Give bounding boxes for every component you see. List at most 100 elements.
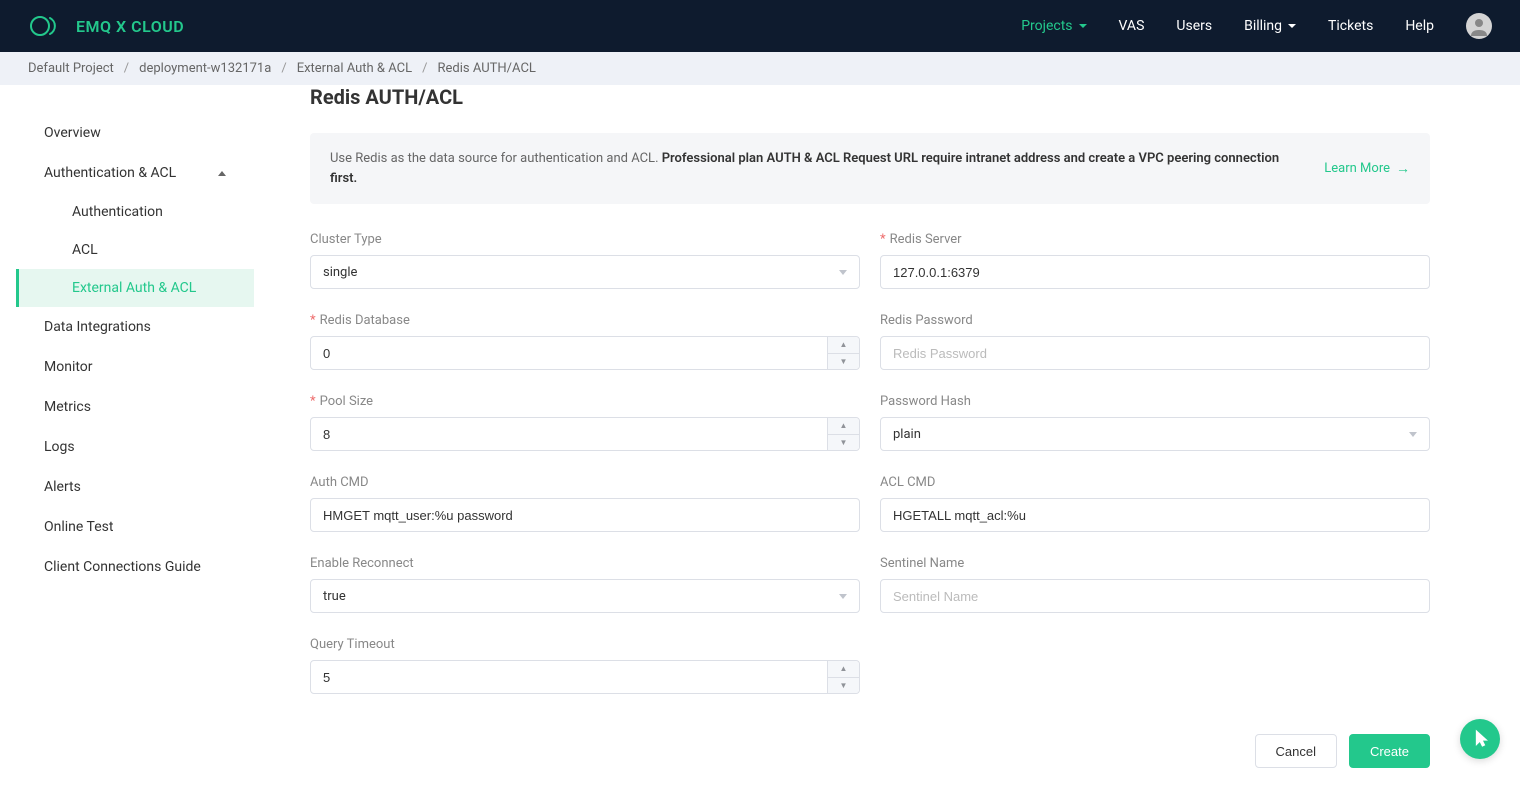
input-redis-server[interactable] xyxy=(880,255,1430,289)
pointer-icon xyxy=(1470,729,1490,749)
select-cluster-type-value: single xyxy=(323,265,357,280)
field-password-hash: Password Hash plain xyxy=(880,394,1430,451)
sidebar: Overview Authentication & ACL Authentica… xyxy=(0,85,270,788)
label-sentinel-name: Sentinel Name xyxy=(880,556,1430,571)
spinner-pool-size: ▲ ▼ xyxy=(827,418,859,450)
page-title: Redis AUTH/ACL xyxy=(310,85,1430,109)
field-redis-password: Redis Password xyxy=(880,313,1430,370)
field-pool-size: *Pool Size ▲ ▼ xyxy=(310,394,860,451)
sidebar-item-client-conn-guide[interactable]: Client Connections Guide xyxy=(16,547,254,587)
field-cluster-type: Cluster Type single xyxy=(310,232,860,289)
sidebar-item-logs[interactable]: Logs xyxy=(16,427,254,467)
sidebar-item-overview[interactable]: Overview xyxy=(16,113,254,153)
sidebar-item-monitor[interactable]: Monitor xyxy=(16,347,254,387)
label-redis-password: Redis Password xyxy=(880,313,1430,328)
nav-tickets[interactable]: Tickets xyxy=(1328,18,1373,34)
caret-down-icon xyxy=(1079,24,1087,28)
nav-users[interactable]: Users xyxy=(1176,18,1212,34)
breadcrumb-page[interactable]: Redis AUTH/ACL xyxy=(438,61,536,76)
sidebar-item-auth-acl[interactable]: Authentication & ACL xyxy=(16,153,254,193)
label-cluster-type: Cluster Type xyxy=(310,232,860,247)
nav-projects[interactable]: Projects xyxy=(1021,18,1086,34)
label-redis-database: *Redis Database xyxy=(310,313,860,328)
field-query-timeout: Query Timeout ▲ ▼ xyxy=(310,637,860,694)
select-password-hash[interactable]: plain xyxy=(880,417,1430,451)
cancel-button[interactable]: Cancel xyxy=(1255,734,1337,768)
spinner-query-timeout: ▲ ▼ xyxy=(827,661,859,693)
field-enable-reconnect: Enable Reconnect true xyxy=(310,556,860,613)
field-auth-cmd: Auth CMD xyxy=(310,475,860,532)
help-fab[interactable] xyxy=(1460,719,1500,759)
input-redis-password[interactable] xyxy=(880,336,1430,370)
arrow-right-icon: → xyxy=(1396,160,1410,177)
learn-more-label: Learn More xyxy=(1324,161,1390,176)
content: Redis AUTH/ACL Use Redis as the data sou… xyxy=(270,85,1470,788)
label-enable-reconnect: Enable Reconnect xyxy=(310,556,860,571)
spinner-up-icon[interactable]: ▲ xyxy=(828,661,859,678)
nav-billing-label: Billing xyxy=(1244,18,1282,34)
spinner-up-icon[interactable]: ▲ xyxy=(828,337,859,354)
sidebar-item-metrics[interactable]: Metrics xyxy=(16,387,254,427)
sidebar-subitem-external-auth-acl[interactable]: External Auth & ACL xyxy=(16,269,254,307)
create-button[interactable]: Create xyxy=(1349,734,1430,768)
breadcrumb-deployment[interactable]: deployment-w132171a xyxy=(139,61,271,76)
nav-vas[interactable]: VAS xyxy=(1119,18,1145,34)
chevron-down-icon xyxy=(1409,432,1417,437)
label-password-hash: Password Hash xyxy=(880,394,1430,409)
field-redis-server: *Redis Server xyxy=(880,232,1430,289)
label-auth-cmd: Auth CMD xyxy=(310,475,860,490)
notice-prefix: Use Redis as the data source for authent… xyxy=(330,151,662,166)
logo-icon xyxy=(28,14,66,38)
breadcrumb-section[interactable]: External Auth & ACL xyxy=(297,61,412,76)
breadcrumb-sep: / xyxy=(422,61,427,76)
input-acl-cmd[interactable] xyxy=(880,498,1430,532)
footer-actions: Cancel Create xyxy=(310,734,1430,768)
breadcrumb-project[interactable]: Default Project xyxy=(28,61,114,76)
field-acl-cmd: ACL CMD xyxy=(880,475,1430,532)
nav-help[interactable]: Help xyxy=(1405,18,1434,34)
spinner-down-icon[interactable]: ▼ xyxy=(828,354,859,370)
sidebar-item-data-integrations[interactable]: Data Integrations xyxy=(16,307,254,347)
field-sentinel-name: Sentinel Name xyxy=(880,556,1430,613)
input-redis-database[interactable] xyxy=(310,336,860,370)
sidebar-item-online-test[interactable]: Online Test xyxy=(16,507,254,547)
select-enable-reconnect[interactable]: true xyxy=(310,579,860,613)
input-sentinel-name[interactable] xyxy=(880,579,1430,613)
caret-down-icon xyxy=(1288,24,1296,28)
avatar[interactable] xyxy=(1466,13,1492,39)
input-pool-size[interactable] xyxy=(310,417,860,451)
spinner-down-icon[interactable]: ▼ xyxy=(828,435,859,451)
caret-up-icon xyxy=(218,171,226,176)
label-redis-server: *Redis Server xyxy=(880,232,1430,247)
spinner-redis-database: ▲ ▼ xyxy=(827,337,859,369)
chevron-down-icon xyxy=(839,594,847,599)
form: Cluster Type single *Redis Server *Redis… xyxy=(310,232,1430,694)
nav-projects-label: Projects xyxy=(1021,18,1072,34)
topbar: EMQ X CLOUD Projects VAS Users Billing T… xyxy=(0,0,1520,52)
sidebar-subitem-authentication[interactable]: Authentication xyxy=(16,193,254,231)
select-cluster-type[interactable]: single xyxy=(310,255,860,289)
learn-more-link[interactable]: Learn More → xyxy=(1324,160,1410,177)
brand-text: EMQ X CLOUD xyxy=(76,17,184,36)
breadcrumb: Default Project / deployment-w132171a / … xyxy=(0,52,1520,85)
select-enable-reconnect-value: true xyxy=(323,589,346,604)
avatar-icon xyxy=(1469,16,1489,36)
sidebar-subitem-acl[interactable]: ACL xyxy=(16,231,254,269)
spinner-down-icon[interactable]: ▼ xyxy=(828,678,859,694)
brand[interactable]: EMQ X CLOUD xyxy=(28,14,184,38)
breadcrumb-sep: / xyxy=(124,61,129,76)
notice-text: Use Redis as the data source for authent… xyxy=(330,149,1324,188)
sidebar-item-alerts[interactable]: Alerts xyxy=(16,467,254,507)
chevron-down-icon xyxy=(839,270,847,275)
field-redis-database: *Redis Database ▲ ▼ xyxy=(310,313,860,370)
breadcrumb-sep: / xyxy=(281,61,286,76)
select-password-hash-value: plain xyxy=(893,427,921,442)
input-auth-cmd[interactable] xyxy=(310,498,860,532)
nav-billing[interactable]: Billing xyxy=(1244,18,1296,34)
spinner-up-icon[interactable]: ▲ xyxy=(828,418,859,435)
input-query-timeout[interactable] xyxy=(310,660,860,694)
topnav: Projects VAS Users Billing Tickets Help xyxy=(1021,13,1492,39)
label-query-timeout: Query Timeout xyxy=(310,637,860,652)
notice-banner: Use Redis as the data source for authent… xyxy=(310,133,1430,204)
label-acl-cmd: ACL CMD xyxy=(880,475,1430,490)
